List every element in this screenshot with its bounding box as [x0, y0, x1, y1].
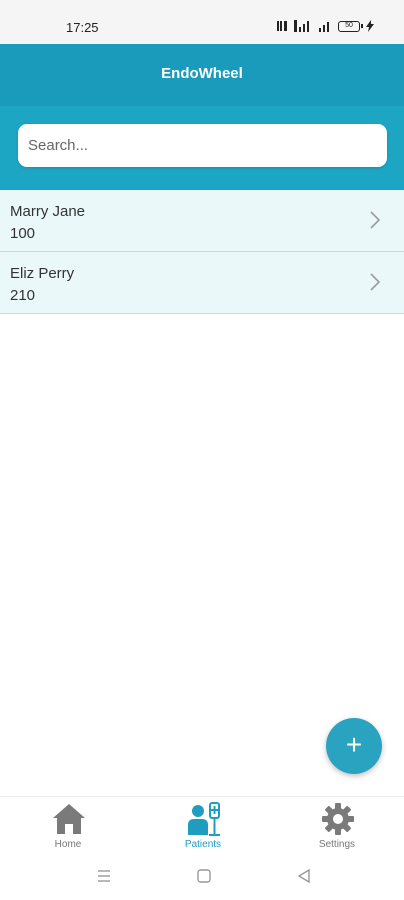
signal-icon: [294, 20, 309, 32]
back-icon[interactable]: [296, 868, 312, 884]
battery-icon: 50: [338, 20, 363, 32]
add-patient-button[interactable]: +: [326, 718, 382, 774]
signal-icon-2: [319, 22, 329, 32]
tab-home-label: Home: [54, 839, 82, 850]
home-nav-icon[interactable]: [196, 868, 212, 884]
tab-settings-label: Settings: [318, 839, 356, 850]
gear-icon: [322, 803, 354, 835]
patient-list: Marry Jane 100 Eliz Perry 210: [0, 190, 404, 314]
tab-patients[interactable]: Patients: [153, 797, 253, 857]
home-icon: [53, 804, 85, 834]
status-bar: 17:25 50: [0, 0, 404, 44]
page-title: EndoWheel: [161, 65, 243, 82]
list-item[interactable]: Marry Jane 100: [0, 190, 404, 252]
search-box[interactable]: [18, 124, 387, 167]
app-screen: 17:25 50 EndoWheel Search... Marry Jane …: [0, 0, 404, 900]
patient-name: Eliz Perry: [10, 265, 75, 282]
tab-home[interactable]: Home: [18, 797, 118, 857]
list-item[interactable]: Eliz Perry 210: [0, 252, 404, 314]
patient-name: Marry Jane: [10, 203, 86, 220]
search-band: [0, 106, 404, 190]
system-nav-bar: [0, 856, 404, 900]
bottom-tab-bar: Home Patients Settings: [0, 796, 404, 856]
chevron-right-icon: [370, 273, 380, 291]
tab-patients-label: Patients: [184, 839, 222, 850]
recent-apps-icon[interactable]: [96, 868, 112, 884]
patient-id: 100: [10, 225, 36, 242]
tab-settings[interactable]: Settings: [287, 797, 387, 857]
chevron-right-icon: [370, 211, 380, 229]
patient-id: 210: [10, 287, 36, 304]
app-header: EndoWheel: [0, 44, 404, 106]
patients-icon: [188, 802, 220, 836]
charging-icon: [366, 20, 374, 32]
status-time: 17:25: [66, 20, 99, 35]
status-icons: 50: [276, 19, 374, 33]
data-speed-icon: [277, 21, 287, 31]
search-input[interactable]: [18, 124, 387, 167]
